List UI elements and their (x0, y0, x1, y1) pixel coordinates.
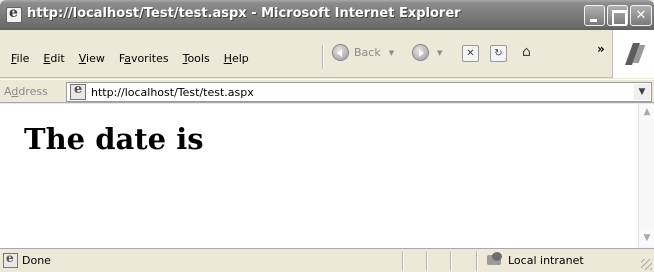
menu-edit[interactable]: Edit (36, 52, 71, 65)
status-divider (450, 251, 452, 271)
menu-help[interactable]: Help (217, 52, 256, 65)
address-input[interactable]: http://localhost/Test/test.aspx ▼ (66, 82, 652, 102)
toolbar-overflow-button[interactable]: » (597, 42, 605, 56)
page-content: The date is (0, 104, 638, 248)
back-arrow-icon (332, 44, 349, 61)
resize-grip[interactable] (641, 259, 652, 270)
browser-window: http://localhost/Test/test.aspx - Micros… (0, 0, 654, 272)
windows-logo-icon (623, 43, 645, 65)
scroll-down-icon[interactable]: ▼ (640, 231, 654, 246)
page-status-icon (3, 251, 18, 268)
menu-toolbar-row: File Edit View Favorites Tools Help Back… (0, 30, 654, 78)
ie-logo-icon (6, 5, 22, 23)
local-intranet-icon (486, 252, 504, 268)
title-bar: http://localhost/Test/test.aspx - Micros… (0, 0, 654, 30)
forward-arrow-icon (412, 44, 429, 61)
back-label: Back (354, 46, 381, 59)
page-heading: The date is (24, 122, 204, 156)
status-divider (402, 251, 404, 271)
back-dropdown-icon[interactable]: ▼ (389, 49, 394, 57)
stop-button[interactable]: ✕ (462, 45, 479, 62)
menu-view[interactable]: View (72, 52, 112, 65)
status-divider (476, 251, 478, 271)
refresh-button[interactable]: ↻ (490, 45, 507, 62)
page-icon (70, 82, 86, 100)
window-title: http://localhost/Test/test.aspx - Micros… (27, 6, 461, 21)
scroll-up-icon[interactable]: ▲ (640, 105, 654, 120)
vertical-scrollbar[interactable]: ▲ ▼ (638, 104, 654, 248)
address-url[interactable]: http://localhost/Test/test.aspx (91, 86, 254, 99)
home-icon: ⌂ (522, 44, 531, 60)
status-divider (426, 251, 428, 271)
toolbar-separator (322, 45, 324, 69)
menu-bar: File Edit View Favorites Tools Help (4, 52, 256, 65)
security-zone: Local intranet (508, 254, 584, 267)
home-button[interactable]: ⌂ (518, 45, 535, 62)
status-bar: Done Local intranet (0, 248, 654, 272)
back-button[interactable]: Back ▼ (332, 44, 394, 61)
maximize-button[interactable] (607, 5, 628, 26)
minimize-button[interactable] (584, 5, 605, 26)
address-label: Address (4, 85, 48, 98)
forward-button[interactable]: ▼ (412, 44, 442, 61)
status-text: Done (22, 254, 51, 267)
menu-tools[interactable]: Tools (176, 52, 217, 65)
forward-dropdown-icon[interactable]: ▼ (437, 49, 442, 57)
close-button[interactable] (630, 5, 652, 26)
refresh-icon: ↻ (494, 48, 503, 59)
address-dropdown-icon[interactable]: ▼ (634, 84, 650, 100)
stop-icon: ✕ (466, 48, 475, 59)
address-bar: Address http://localhost/Test/test.aspx … (0, 79, 654, 103)
menu-favorites[interactable]: Favorites (112, 52, 176, 65)
menu-file[interactable]: File (4, 52, 36, 65)
throbber-area (612, 30, 654, 78)
